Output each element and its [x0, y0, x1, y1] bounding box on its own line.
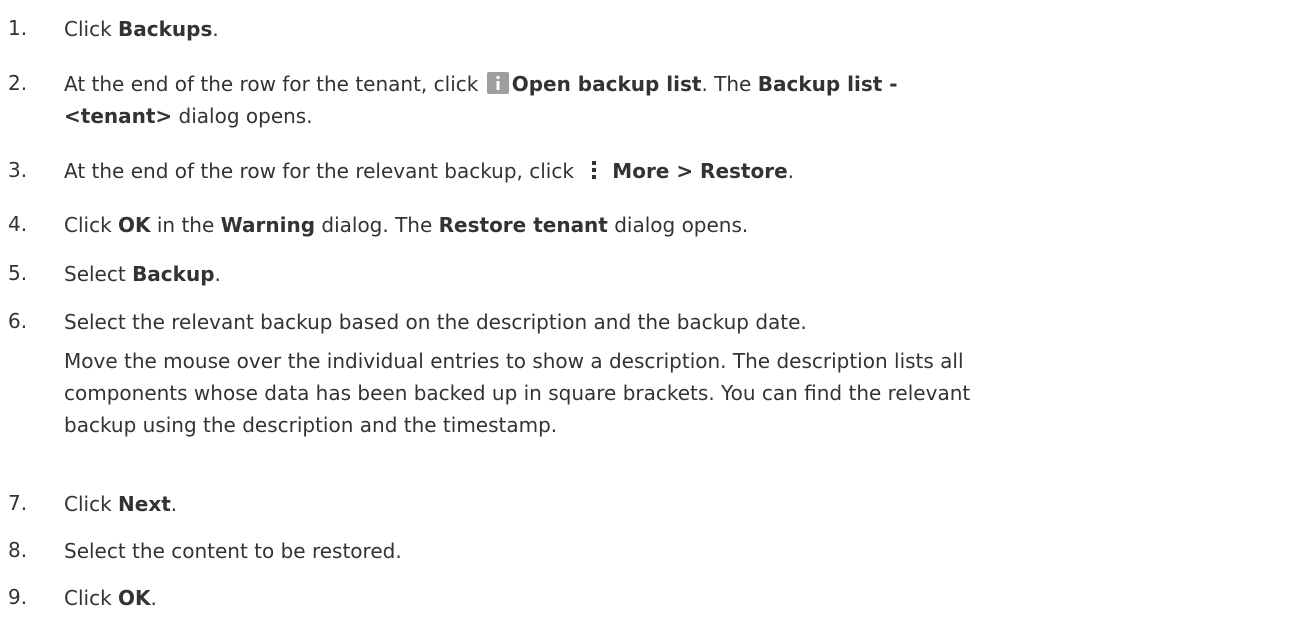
step-note-line: backup using the description and the tim…: [64, 413, 558, 437]
step-number: 6.: [8, 309, 28, 333]
step-bold-text: OK: [118, 213, 151, 237]
step-bold-text: <tenant>: [64, 104, 173, 128]
step-text: .: [170, 492, 178, 516]
step-text: Click: [64, 213, 119, 237]
step-number: 8.: [8, 538, 28, 562]
step-number: 7.: [8, 491, 28, 515]
step-text: .: [150, 586, 157, 610]
step-text: Select the relevant backup based on the …: [64, 310, 807, 334]
step-text: .: [787, 159, 795, 183]
info-icon: [486, 72, 509, 94]
more-vertical-icon: [586, 159, 602, 181]
step-text: Select the content to be restored.: [64, 539, 402, 563]
step-text: . The: [701, 72, 758, 96]
step-text: .: [214, 262, 221, 286]
step-number: 9.: [8, 585, 28, 609]
step-bold-text: Backups: [118, 17, 213, 41]
step-text: At the end of the row for the tenant, cl…: [64, 72, 485, 96]
step-number: 4.: [8, 212, 28, 236]
step-text: dialog opens.: [172, 104, 313, 128]
step-text: dialog opens.: [607, 213, 749, 237]
step-bold-text: More > Restore: [612, 159, 788, 183]
step-number: 5.: [8, 261, 28, 285]
step-bold-text: Restore tenant: [438, 213, 608, 237]
step-number: 2.: [8, 71, 28, 95]
step-note-line: components whose data has been backed up…: [64, 381, 971, 405]
step-text: Select: [64, 262, 133, 286]
step-bold-text: Backup: [132, 262, 215, 286]
step-bold-text: Backup list -: [757, 72, 898, 96]
step-text: Click: [64, 17, 119, 41]
step-text: Click: [64, 492, 119, 516]
step-number: 1.: [8, 16, 28, 40]
step-bold-text: OK: [118, 586, 151, 610]
step-text: At the end of the row for the relevant b…: [64, 159, 581, 183]
step-note: Move the mouse over the individual entri…: [64, 345, 1289, 441]
step-note-line: Move the mouse over the individual entri…: [64, 349, 964, 373]
step-number: 3.: [8, 158, 28, 182]
step-bold-text: Open backup list: [511, 72, 702, 96]
step-text: in the: [150, 213, 221, 237]
step-text: .: [212, 17, 219, 41]
step-bold-text: Next: [118, 492, 171, 516]
step-bold-text: Warning: [220, 213, 316, 237]
step-text: dialog. The: [315, 213, 439, 237]
step-text: Click: [64, 586, 119, 610]
